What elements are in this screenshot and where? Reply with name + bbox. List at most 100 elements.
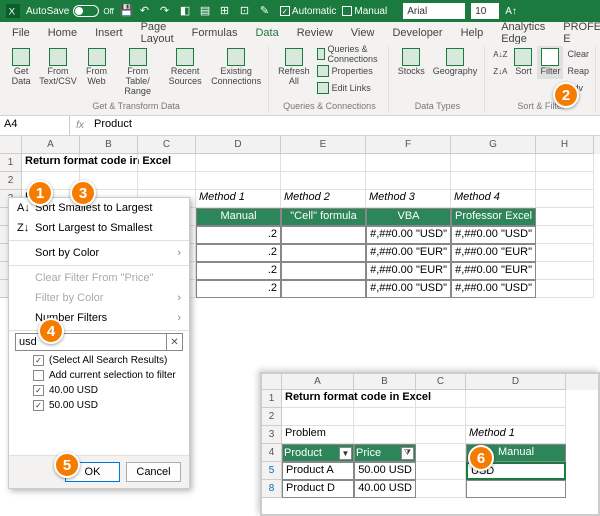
cell[interactable]: Method 1 xyxy=(196,190,281,208)
table-header[interactable]: Professor Excel xyxy=(451,208,536,226)
qat-icon[interactable]: ◧ xyxy=(180,4,194,18)
cell[interactable]: #,##0.00 "USD" xyxy=(451,280,536,298)
cell[interactable]: #,##0.00 "USD" xyxy=(366,226,451,244)
cell[interactable]: Problem xyxy=(282,426,354,444)
redo-icon[interactable]: ↷ xyxy=(160,4,174,18)
select-all-checkbox[interactable]: ✓(Select All Search Results) xyxy=(9,353,189,368)
table-header[interactable]: "Cell" formula xyxy=(281,208,366,226)
cell[interactable]: 40.00 USD xyxy=(354,480,416,498)
existing-conn-button[interactable]: Existing Connections xyxy=(208,46,264,89)
name-box[interactable]: A4 xyxy=(0,116,70,135)
filter-value-checkbox[interactable]: ✓40.00 USD xyxy=(9,383,189,398)
save-icon[interactable]: 💾 xyxy=(120,4,134,18)
cell[interactable]: #,##0.00 "EUR" xyxy=(366,244,451,262)
row-header[interactable]: 4 xyxy=(262,444,282,462)
cancel-button[interactable]: Cancel xyxy=(126,462,181,482)
cell[interactable]: .2 xyxy=(196,280,281,298)
qat-icon[interactable]: ⊡ xyxy=(240,4,254,18)
manual-checkbox[interactable]: Manual xyxy=(342,6,387,17)
geography-button[interactable]: Geography xyxy=(430,46,481,79)
select-all-corner[interactable] xyxy=(262,374,282,390)
col-header[interactable]: B xyxy=(80,136,138,154)
col-header[interactable]: G xyxy=(451,136,536,154)
undo-icon[interactable]: ↶ xyxy=(140,4,154,18)
row-header[interactable]: 1 xyxy=(262,390,282,408)
cell[interactable] xyxy=(466,480,566,498)
tab-formulas[interactable]: Formulas xyxy=(184,22,246,44)
font-increase-icon[interactable]: A↑ xyxy=(505,6,517,17)
reapply-item[interactable]: Reap xyxy=(565,63,591,79)
cell[interactable]: .2 xyxy=(196,226,281,244)
cell[interactable]: #,##0.00 "USD" xyxy=(451,226,536,244)
filter-search-input[interactable] xyxy=(15,333,167,351)
fx-icon[interactable]: fx xyxy=(70,116,90,135)
col-header[interactable]: E xyxy=(281,136,366,154)
from-web-button[interactable]: From Web xyxy=(82,46,112,89)
cell[interactable]: #,##0.00 "USD" xyxy=(366,280,451,298)
sort-button[interactable]: Sort xyxy=(511,46,535,79)
automatic-checkbox[interactable]: ✓Automatic xyxy=(280,6,336,17)
tab-insert[interactable]: Insert xyxy=(87,22,131,44)
from-table-button[interactable]: From Table/ Range xyxy=(113,46,162,99)
filter-active-icon[interactable]: ⧩ xyxy=(401,447,414,460)
table-header-product[interactable]: Product▼ xyxy=(282,444,354,462)
tab-help[interactable]: Help xyxy=(453,22,492,44)
tab-view[interactable]: View xyxy=(343,22,383,44)
cell[interactable]: Product A xyxy=(282,462,354,480)
font-size-box[interactable]: 10 xyxy=(471,3,499,19)
select-all-corner[interactable] xyxy=(0,136,22,154)
sort-desc-item[interactable]: Z↓Sort Largest to Smallest xyxy=(9,218,189,238)
autosave-toggle[interactable]: AutoSave Off xyxy=(26,5,114,17)
filter-button[interactable]: Filter xyxy=(537,46,563,79)
tab-developer[interactable]: Developer xyxy=(384,22,450,44)
tab-professor[interactable]: PROFESSOR E xyxy=(555,22,600,44)
cell[interactable]: 50.00 USD xyxy=(354,462,416,480)
qat-icon[interactable]: ▤ xyxy=(200,4,214,18)
properties-item[interactable]: Properties xyxy=(315,63,384,79)
col-header[interactable]: C xyxy=(138,136,196,154)
clear-filter-item[interactable]: Clear xyxy=(565,46,591,62)
queries-conn-item[interactable]: Queries & Connections xyxy=(315,46,384,62)
col-header[interactable]: D xyxy=(196,136,281,154)
cell[interactable]: Return format code in Excel xyxy=(282,390,354,408)
cell[interactable]: Return format code in Excel xyxy=(22,154,80,172)
sort-za-icon[interactable]: Z↓A xyxy=(491,63,509,79)
stocks-button[interactable]: Stocks xyxy=(395,46,428,79)
cell[interactable]: Method 2 xyxy=(281,190,366,208)
cell[interactable]: .2 xyxy=(196,262,281,280)
cell[interactable]: .2 xyxy=(196,244,281,262)
cell[interactable] xyxy=(281,226,366,244)
edit-links-item[interactable]: Edit Links xyxy=(315,80,384,96)
cell[interactable] xyxy=(281,244,366,262)
row-header[interactable]: 8 xyxy=(262,480,282,498)
col-header[interactable]: A xyxy=(22,136,80,154)
cell[interactable]: Method 4 xyxy=(451,190,536,208)
tab-home[interactable]: Home xyxy=(40,22,85,44)
col-header[interactable]: B xyxy=(354,374,416,390)
tab-file[interactable]: File xyxy=(4,22,38,44)
cell[interactable]: #,##0.00 "EUR" xyxy=(366,262,451,280)
refresh-all-button[interactable]: Refresh All xyxy=(275,46,313,89)
cell[interactable]: Product D xyxy=(282,480,354,498)
tab-review[interactable]: Review xyxy=(289,22,341,44)
tab-analytics[interactable]: Analytics Edge xyxy=(493,22,553,44)
number-filters-item[interactable]: Number Filters› xyxy=(9,308,189,328)
col-header[interactable]: H xyxy=(536,136,594,154)
qat-icon[interactable]: ⊞ xyxy=(220,4,234,18)
cell[interactable] xyxy=(281,262,366,280)
formula-bar[interactable]: Product xyxy=(90,116,600,135)
col-header[interactable]: F xyxy=(366,136,451,154)
filter-dropdown-icon[interactable]: ▼ xyxy=(339,447,352,460)
tab-data[interactable]: Data xyxy=(247,22,286,44)
cell[interactable] xyxy=(281,280,366,298)
cell[interactable]: Method 1 xyxy=(466,426,566,444)
recent-sources-button[interactable]: Recent Sources xyxy=(164,46,206,89)
table-header[interactable]: VBA xyxy=(366,208,451,226)
row-header[interactable]: 2 xyxy=(262,408,282,426)
cell[interactable]: #,##0.00 "EUR" xyxy=(451,262,536,280)
col-header[interactable]: A xyxy=(282,374,354,390)
row-header[interactable]: 3 xyxy=(262,426,282,444)
cell[interactable]: #,##0.00 "EUR" xyxy=(451,244,536,262)
row-header[interactable]: 5 xyxy=(262,462,282,480)
clear-search-icon[interactable]: ✕ xyxy=(167,333,183,351)
